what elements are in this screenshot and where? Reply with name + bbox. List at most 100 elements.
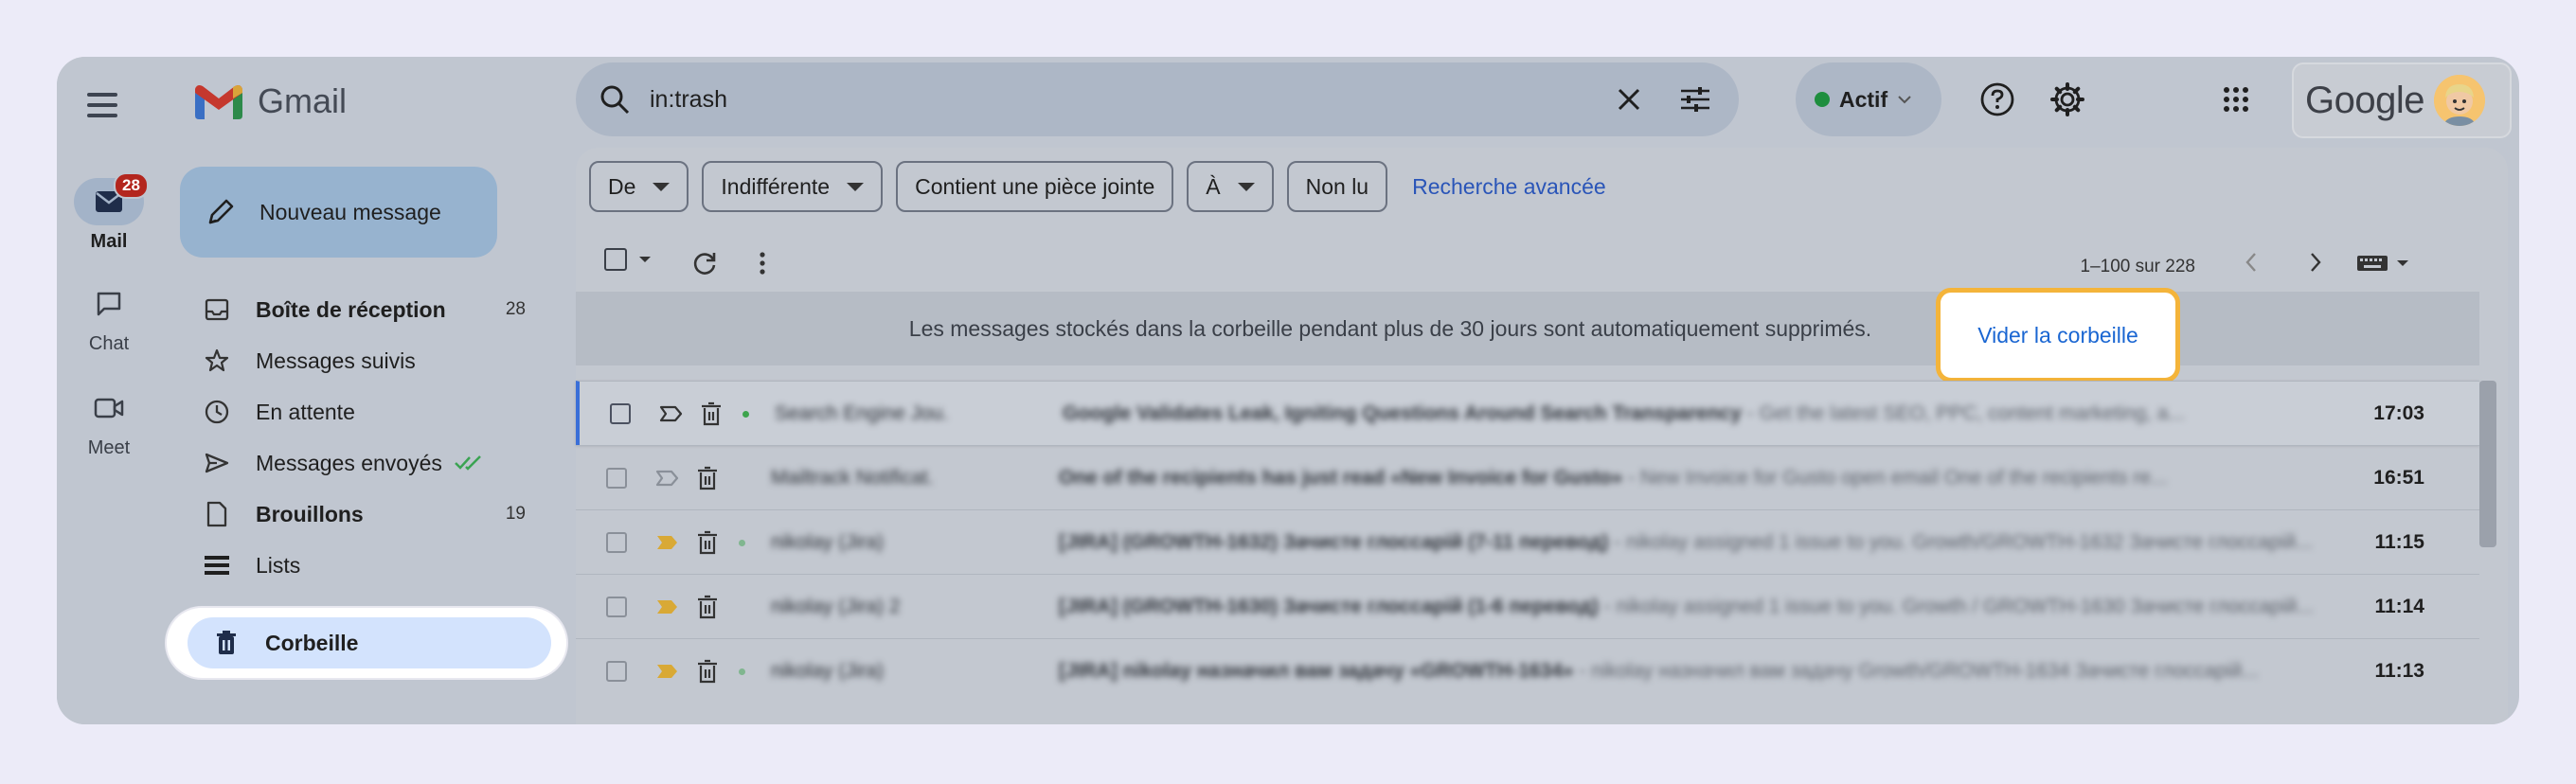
importance-marker-icon[interactable] [655,663,680,680]
inbox-icon [203,295,231,324]
search-input[interactable]: in:trash [650,86,1606,114]
trash-icon [698,659,717,684]
email-sender: nikolay (Jira) [771,530,885,553]
table-row[interactable]: nikolay (Jira) [JIRA] nikolay назначил в… [576,638,2479,703]
chip-from[interactable]: De [589,161,689,212]
rail-item-chat[interactable]: Chat [57,280,161,355]
row-checkbox[interactable] [606,531,627,553]
chip-has-attachment[interactable]: Contient une pièce jointe [896,161,1174,212]
inbox-count: 28 [505,299,526,319]
empty-trash-button[interactable]: Vider la corbeille [1936,288,2180,383]
chip-to[interactable]: À [1187,161,1274,212]
search-bar[interactable]: in:trash [576,62,1739,136]
chat-icon [74,280,144,328]
sidebar-item-trash[interactable]: Corbeille [188,617,551,668]
gmail-m-icon [195,85,242,119]
search-chips: De Indifférente Contient une pièce joint… [589,161,1606,212]
sidebar-item-label: En attente [256,399,355,424]
subject-text: One of the recipients has just read «New… [1059,466,1623,489]
scrollbar[interactable] [2479,381,2496,547]
help-icon[interactable] [1976,78,2019,121]
subject-text: [JIRA] (GROWTH-1630) Зачисте глоссарій (… [1059,595,1599,617]
keyboard-input-icon[interactable] [2356,254,2409,273]
rail-item-mail[interactable]: 28 Mail [57,172,161,253]
email-subject: [JIRA] (GROWTH-1630) Зачисте глоссарій (… [1059,596,2318,618]
row-checkbox[interactable] [606,467,627,489]
sidebar-item-sent[interactable]: Messages envoyés [161,437,578,489]
app-frame: 28 Mail Chat Meet Gmail Nouveau message … [57,57,2519,724]
sidebar-item-starred[interactable]: Messages suivis [161,335,578,386]
account-button[interactable]: Google [2292,62,2512,138]
more-vertical-icon[interactable] [758,250,767,276]
chip-unread[interactable]: Non lu [1286,161,1388,212]
email-snippet: - nikolay назначил вам задачу Growth/GRO… [1579,659,2259,682]
email-time: 16:51 [2373,466,2424,489]
email-sender: Search Engine Jou. [775,401,949,424]
clear-search-icon[interactable] [1606,77,1652,122]
sidebar-item-drafts[interactable]: Brouillons 19 [161,489,578,540]
email-snippet: - Get the latest SEO, PPC, content marke… [1746,401,2185,424]
app-name: Gmail [258,81,348,120]
next-page-icon[interactable] [2309,252,2322,273]
sidebar-item-label: Lists [256,552,301,578]
dropdown-arrow-icon [653,182,671,191]
rail-item-meet[interactable]: Meet [57,384,161,459]
email-snippet: - nikolay assigned 1 issue to you. Growt… [1603,595,2314,617]
folder-list: Boîte de réception 28 Messages suivis En… [161,284,578,591]
row-checkbox[interactable] [606,596,627,617]
main-menu-icon[interactable] [87,85,127,125]
dropdown-arrow-icon [847,182,865,191]
table-row[interactable]: Mailtrack Notificat. One of the recipien… [576,445,2479,509]
search-icon[interactable] [599,83,631,116]
chip-date[interactable]: Indifférente [702,161,884,212]
list-icon [203,551,231,579]
rail-label-meet: Meet [87,437,131,458]
sidebar-item-label: Messages suivis [256,347,416,373]
chevron-down-icon [639,257,651,262]
email-time: 11:14 [2374,595,2424,617]
sidebar-item-snoozed[interactable]: En attente [161,386,578,437]
importance-marker-icon[interactable] [655,598,680,615]
avatar [2433,75,2485,126]
status-dot [1815,92,1830,107]
select-all-checkbox[interactable] [604,248,652,271]
importance-marker-icon[interactable] [655,470,680,487]
row-checkbox[interactable] [606,660,627,682]
status-dot [739,540,745,546]
email-sender: Mailtrack Notificat. [771,466,934,489]
importance-marker-icon[interactable] [659,405,684,422]
gmail-logo[interactable]: Gmail [193,81,347,121]
status-selector[interactable]: Actif [1796,62,1941,136]
status-dot [739,668,745,675]
status-dot [742,411,749,418]
email-sender: nikolay (Jira) [771,659,885,682]
unread-badge: 28 [114,172,149,199]
email-subject: Google Validates Leak, Igniting Question… [1063,402,2322,425]
mail-icon: 28 [74,172,149,225]
compose-button[interactable]: Nouveau message [180,167,497,258]
table-row[interactable]: nikolay (Jira) 2 [JIRA] (GROWTH-1630) За… [576,574,2479,638]
trash-icon [698,595,717,619]
advanced-search-link[interactable]: Recherche avancée [1412,174,1606,200]
row-checkbox[interactable] [610,402,631,424]
previous-page-icon[interactable] [2245,252,2258,273]
search-options-icon[interactable] [1673,77,1718,122]
importance-marker-icon[interactable] [655,534,680,551]
trash-highlight: Corbeille [167,608,566,678]
apps-grid-icon[interactable] [2214,78,2258,121]
settings-gear-icon[interactable] [2046,78,2089,121]
table-row[interactable]: nikolay (Jira) [JIRA] (GROWTH-1632) Зачи… [576,509,2479,574]
rail-label-mail: Mail [90,231,128,252]
chip-label: Indifférente [721,173,831,199]
email-snippet: - nikolay assigned 1 issue to you. Growt… [1614,530,2313,553]
sidebar-item-lists[interactable]: Lists [161,540,578,591]
email-time: 17:03 [2373,401,2424,424]
banner-text: Les messages stockés dans la corbeille p… [908,315,1872,341]
star-icon [203,347,231,375]
subject-text: Google Validates Leak, Igniting Question… [1063,401,1742,424]
email-snippet: - New Invoice for Gusto open email One o… [1628,466,2168,489]
refresh-icon[interactable] [691,250,718,276]
table-row[interactable]: Search Engine Jou. Google Validates Leak… [576,381,2479,445]
send-icon [203,449,231,477]
sidebar-item-inbox[interactable]: Boîte de réception 28 [161,284,578,335]
